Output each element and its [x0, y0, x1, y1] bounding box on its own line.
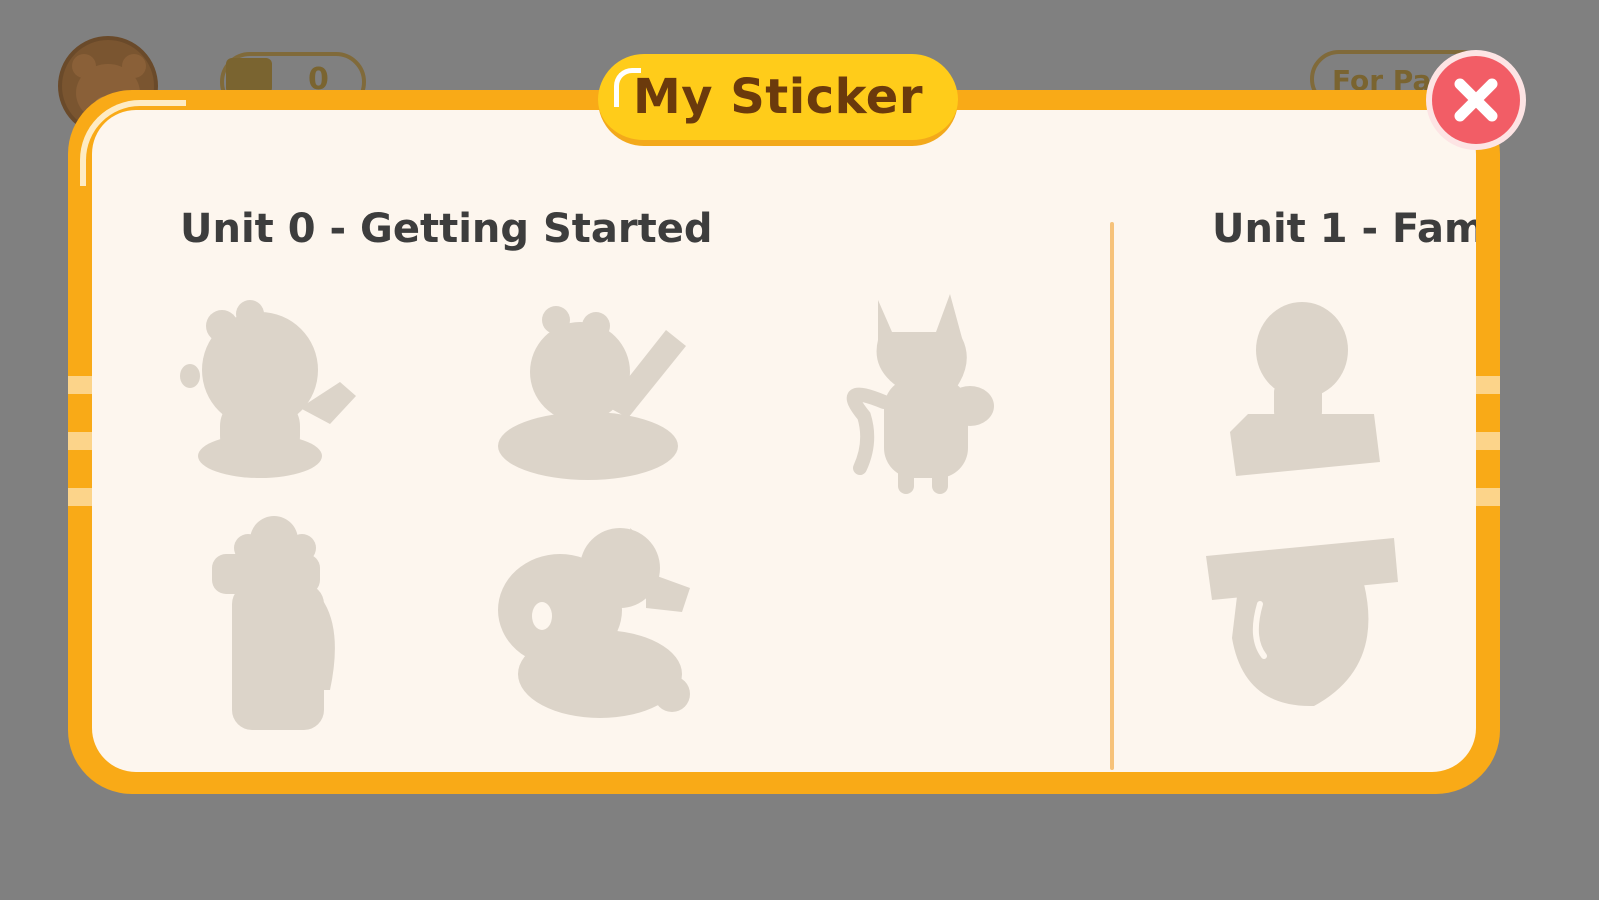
sticker-locked-tv-family[interactable] — [1204, 538, 1400, 710]
sticker-scroll-panel[interactable]: Unit 0 - Getting Started Unit 1 - Fam — [92, 110, 1476, 772]
boy-reading-silhouette-icon — [1230, 302, 1380, 476]
unit-divider — [1110, 222, 1114, 770]
cat-waving-silhouette-icon — [498, 306, 686, 480]
unit-1-title: Unit 1 - Famil — [1212, 206, 1476, 252]
my-sticker-dialog: Unit 0 - Getting Started Unit 1 - Fam — [68, 90, 1500, 794]
ticket-icon — [226, 58, 272, 94]
sticker-locked-dog[interactable] — [496, 528, 692, 724]
dialog-title: My Sticker — [632, 69, 924, 125]
sticker-locked-boy-reading[interactable] — [1224, 302, 1380, 478]
sticker-locked-girl[interactable] — [208, 514, 340, 734]
frame-stripe — [68, 432, 92, 450]
cat-standing-silhouette-icon — [846, 294, 994, 494]
monkey-silhouette-icon — [180, 300, 356, 478]
close-icon-circle — [1432, 56, 1520, 144]
frame-stripe — [68, 376, 92, 394]
frame-gloss — [80, 100, 186, 186]
dialog-title-banner: My Sticker — [598, 54, 958, 146]
dog-silhouette-icon — [498, 528, 690, 718]
girl-silhouette-icon — [212, 516, 335, 730]
sticker-locked-cat-standing[interactable] — [846, 292, 996, 496]
sticker-locked-cat-waving[interactable] — [496, 306, 688, 482]
frame-stripe — [1476, 488, 1500, 506]
title-gloss — [614, 68, 641, 107]
sticker-locked-monkey[interactable] — [180, 296, 360, 486]
frame-stripe — [68, 488, 92, 506]
frame-stripe — [1476, 432, 1500, 450]
close-icon — [1454, 78, 1498, 122]
close-button[interactable] — [1426, 50, 1526, 150]
unit-0-title: Unit 0 - Getting Started — [180, 206, 713, 252]
frame-stripe — [1476, 376, 1500, 394]
tv-family-silhouette-icon — [1206, 538, 1398, 707]
